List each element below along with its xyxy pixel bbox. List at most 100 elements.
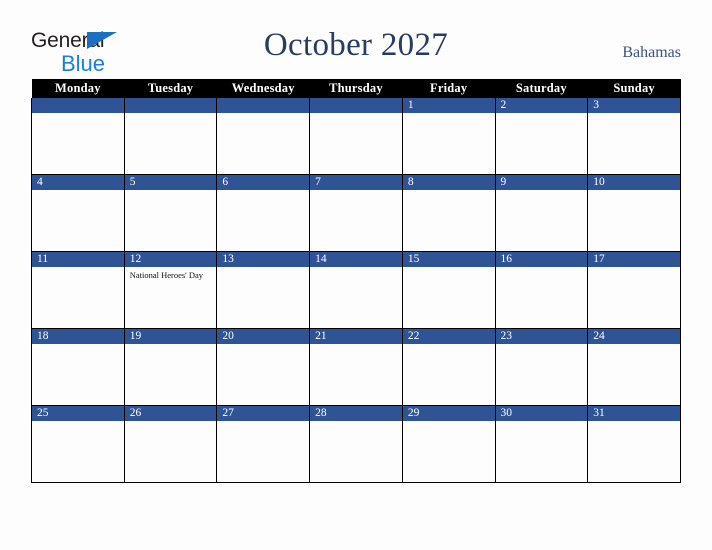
country-label: Bahamas <box>622 44 681 61</box>
calendar-day-cell[interactable]: 19 <box>123 328 218 406</box>
day-cell-content <box>310 98 402 174</box>
day-cell-content: 5 <box>124 175 217 251</box>
day-number: 19 <box>124 329 217 344</box>
calendar-week-row: 18 19 20 21 22 23 24 <box>31 328 681 406</box>
day-number: 13 <box>217 252 310 267</box>
day-number: 17 <box>588 252 680 267</box>
day-cell-content <box>124 98 217 174</box>
day-number <box>310 98 402 113</box>
calendar-day-cell[interactable]: 29 <box>401 405 496 483</box>
day-cell-content: 9 <box>495 175 588 251</box>
day-cell-content: 25 <box>32 406 124 482</box>
day-number: 24 <box>588 329 680 344</box>
calendar-day-cell[interactable]: 5 <box>123 174 218 252</box>
day-cell-content: 6 <box>217 175 310 251</box>
calendar-day-cell[interactable]: 15 <box>401 251 496 329</box>
calendar-day-cell[interactable]: 3 <box>587 98 681 175</box>
day-cell-content: 13 <box>217 252 310 328</box>
calendar-day-cell[interactable]: 2 <box>494 98 589 175</box>
calendar-day-cell[interactable]: 21 <box>309 328 403 406</box>
calendar-day-cell[interactable]: 30 <box>494 405 589 483</box>
calendar-day-cell[interactable]: 4 <box>31 174 125 252</box>
calendar-day-cell[interactable]: 25 <box>31 405 125 483</box>
day-number: 14 <box>310 252 402 267</box>
day-number: 1 <box>402 98 495 113</box>
weekday-header-saturday: Saturday <box>495 79 588 98</box>
day-cell-content: 1 <box>402 98 495 174</box>
holiday-event-label: National Heroes' Day <box>129 270 203 280</box>
day-cell-content: 29 <box>402 406 495 482</box>
calendar-week-row: 11 12 National Heroes' Day 13 14 15 16 17 <box>31 251 681 329</box>
calendar-day-cell[interactable]: 9 <box>494 174 589 252</box>
calendar-day-cell[interactable]: 26 <box>123 405 218 483</box>
day-cell-content: 31 <box>588 406 680 482</box>
calendar-day-cell[interactable]: 6 <box>216 174 311 252</box>
calendar-day-cell[interactable]: 8 <box>401 174 496 252</box>
day-number: 30 <box>495 406 588 421</box>
day-cell-content: 4 <box>32 175 124 251</box>
day-cell-content: 2 <box>495 98 588 174</box>
weekday-header-wednesday: Wednesday <box>216 79 310 98</box>
day-number: 18 <box>32 329 124 344</box>
calendar-page: General Blue October 2027 Bahamas Monday… <box>0 0 712 550</box>
day-cell-content: 11 <box>32 252 124 328</box>
day-number: 27 <box>217 406 310 421</box>
day-cell-content: 22 <box>402 329 495 405</box>
page-title: October 2027 <box>263 27 449 63</box>
calendar-day-cell[interactable] <box>216 98 311 175</box>
calendar-day-cell[interactable]: 1 <box>401 98 496 175</box>
day-number: 10 <box>588 175 680 190</box>
weekday-header-tuesday: Tuesday <box>124 79 217 98</box>
calendar-day-cell[interactable]: 16 <box>494 251 589 329</box>
calendar-day-cell[interactable] <box>123 98 218 175</box>
calendar-day-cell[interactable] <box>31 98 125 175</box>
day-cell-content: 17 <box>588 252 680 328</box>
day-number: 3 <box>588 98 680 113</box>
day-number <box>217 98 310 113</box>
calendar-day-cell[interactable]: 14 <box>309 251 403 329</box>
calendar-day-cell[interactable]: 28 <box>309 405 403 483</box>
day-number: 12 <box>124 252 217 267</box>
day-cell-content: 24 <box>588 329 680 405</box>
day-cell-content: 21 <box>310 329 402 405</box>
calendar-week-row: 25 26 27 28 29 30 31 <box>31 405 681 483</box>
day-cell-content: 15 <box>402 252 495 328</box>
calendar-day-cell[interactable] <box>309 98 403 175</box>
calendar-day-cell[interactable]: 24 <box>587 328 681 406</box>
calendar-day-cell[interactable]: 12 National Heroes' Day <box>123 251 218 329</box>
calendar-week-row: 4 5 6 7 8 9 10 <box>31 174 681 252</box>
weekday-header-thursday: Thursday <box>309 79 403 98</box>
calendar-day-cell[interactable]: 22 <box>401 328 496 406</box>
calendar-day-cell[interactable]: 20 <box>216 328 311 406</box>
day-number: 2 <box>495 98 588 113</box>
calendar-day-cell[interactable]: 11 <box>31 251 125 329</box>
day-cell-content <box>217 98 310 174</box>
calendar-header-row: Monday Tuesday Wednesday Thursday Friday… <box>31 79 681 98</box>
day-number: 28 <box>310 406 402 421</box>
day-cell-content: 26 <box>124 406 217 482</box>
day-cell-content: 14 <box>310 252 402 328</box>
calendar-day-cell[interactable]: 7 <box>309 174 403 252</box>
day-number <box>124 98 217 113</box>
calendar-day-cell[interactable]: 31 <box>587 405 681 483</box>
calendar-day-cell[interactable]: 23 <box>494 328 589 406</box>
calendar-week-row: 123 <box>31 98 681 175</box>
page-header: General Blue October 2027 Bahamas <box>0 0 712 78</box>
day-number: 29 <box>402 406 495 421</box>
calendar-day-cell[interactable]: 27 <box>216 405 311 483</box>
day-number: 16 <box>495 252 588 267</box>
weekday-header-sunday: Sunday <box>587 79 681 98</box>
day-cell-content: 10 <box>588 175 680 251</box>
calendar-day-cell[interactable]: 13 <box>216 251 311 329</box>
day-number: 9 <box>495 175 588 190</box>
day-number: 8 <box>402 175 495 190</box>
calendar-day-cell[interactable]: 18 <box>31 328 125 406</box>
calendar-table: Monday Tuesday Wednesday Thursday Friday… <box>31 79 681 483</box>
day-cell-content: 8 <box>402 175 495 251</box>
day-number: 4 <box>32 175 124 190</box>
calendar-day-cell[interactable]: 10 <box>587 174 681 252</box>
day-cell-content: 30 <box>495 406 588 482</box>
calendar-day-cell[interactable]: 17 <box>587 251 681 329</box>
day-number: 22 <box>402 329 495 344</box>
weekday-header-monday: Monday <box>31 79 125 98</box>
